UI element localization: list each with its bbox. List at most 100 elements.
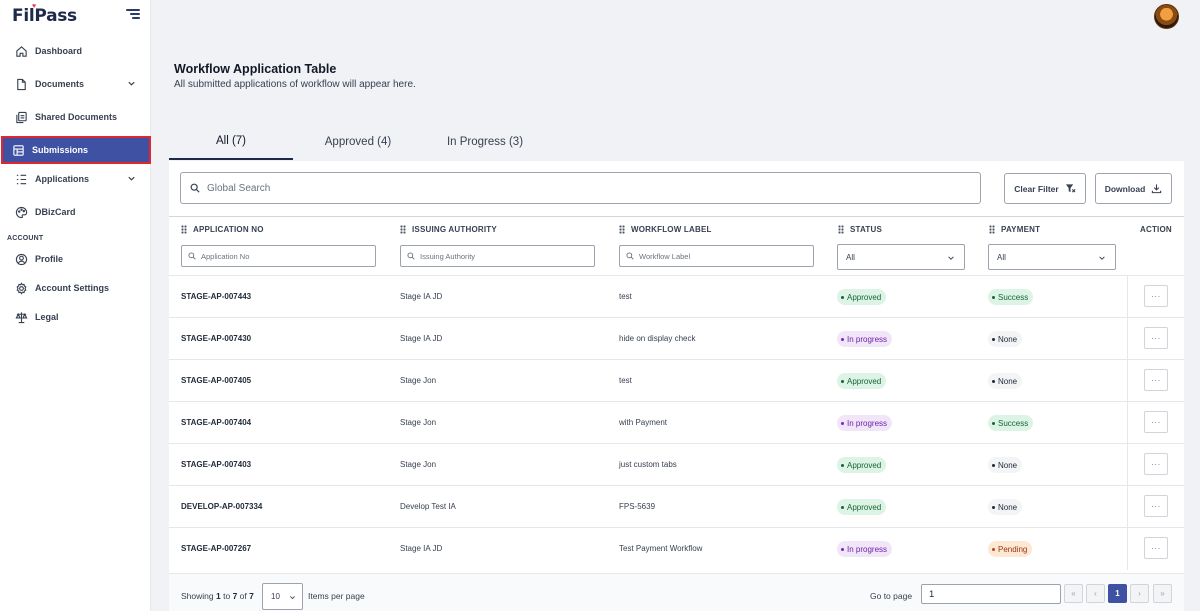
go-to-page-input[interactable] (921, 584, 1061, 604)
action-column-divider (1127, 486, 1128, 528)
table-row[interactable]: STAGE-AP-007404 Stage Jon with Payment In p… (169, 401, 1184, 444)
table-row[interactable]: DEVELOP-AP-007334 Develop Test IA FPS-5639… (169, 485, 1184, 528)
chevron-down-icon (948, 256, 954, 260)
page-title: Workflow Application Table (174, 62, 337, 76)
menu-collapse-icon[interactable] (126, 9, 140, 21)
application-no-filter (181, 245, 376, 267)
action-column-divider (1127, 444, 1128, 486)
chevron-down-icon[interactable] (127, 174, 136, 183)
drag-handle-icon[interactable] (838, 225, 844, 234)
drag-handle-icon[interactable] (400, 225, 406, 234)
application-no-filter-input[interactable] (201, 251, 351, 261)
table-row[interactable]: STAGE-AP-007267 Stage IA JD Test Payment W… (169, 527, 1184, 570)
status-badge: Approved (837, 289, 887, 305)
user-icon (15, 253, 28, 266)
table-row[interactable]: STAGE-AP-007403 Stage Jon just custom tabs… (169, 443, 1184, 486)
workflow-label-cell: with Payment (619, 418, 668, 427)
download-button[interactable]: Download (1095, 173, 1172, 204)
column-header-payment[interactable]: PAYMENT (989, 225, 1040, 234)
issuing-authority-cell: Stage Jon (400, 376, 437, 385)
workflow-label-cell: just custom tabs (619, 460, 677, 469)
search-icon (407, 252, 415, 260)
table-row[interactable]: STAGE-AP-007430 Stage IA JD hide on displa… (169, 317, 1184, 360)
brand-logo[interactable]: FilPass ♥ (12, 3, 77, 26)
next-page-button[interactable]: › (1130, 584, 1149, 603)
drag-handle-icon[interactable] (619, 225, 625, 234)
tab-all[interactable]: All (7) (169, 124, 293, 160)
more-actions-button[interactable]: ··· (1144, 453, 1168, 475)
application-no-cell: STAGE-AP-007430 (181, 334, 252, 343)
payment-badge: Pending (988, 541, 1033, 557)
column-header-issuing-authority[interactable]: ISSUING AUTHORITY (400, 225, 497, 234)
sidebar-item-applications[interactable]: Applications (4, 165, 148, 193)
status-badge: Approved (837, 373, 887, 389)
applications-panel: Clear Filter Download APPLICATION NO ISS… (169, 161, 1184, 611)
tab-approved[interactable]: Approved (4) (293, 124, 423, 160)
table-row[interactable]: STAGE-AP-007405 Stage Jon test Approved None… (169, 359, 1184, 402)
tab-in-progress[interactable]: In Progress (3) (423, 124, 547, 160)
sidebar-item-shared-documents[interactable]: Shared Documents (4, 103, 148, 131)
heart-icon: ♥ (32, 3, 37, 10)
drag-handle-icon[interactable] (989, 225, 995, 234)
application-no-cell: STAGE-AP-007405 (181, 376, 252, 385)
global-search-input[interactable] (207, 182, 967, 194)
action-column-divider (1127, 318, 1128, 360)
sidebar-item-documents[interactable]: Documents (4, 70, 148, 98)
items-per-page-select[interactable]: 10 (262, 583, 303, 610)
search-icon (190, 183, 200, 193)
more-actions-button[interactable]: ··· (1144, 537, 1168, 559)
issuing-authority-filter-input[interactable] (420, 251, 570, 261)
clear-filter-button[interactable]: Clear Filter (1004, 173, 1086, 204)
payment-badge: Success (988, 289, 1034, 305)
more-actions-button[interactable]: ··· (1144, 369, 1168, 391)
sidebar-item-label: Legal (35, 312, 59, 322)
sidebar-item-label: DBizCard (35, 207, 76, 217)
avatar[interactable] (1154, 4, 1179, 29)
more-actions-button[interactable]: ··· (1144, 327, 1168, 349)
payment-badge: Success (988, 415, 1034, 431)
more-actions-button[interactable]: ··· (1144, 411, 1168, 433)
sidebar-item-profile[interactable]: Profile (4, 245, 148, 273)
application-no-cell: DEVELOP-AP-007334 (181, 502, 263, 511)
list-icon (15, 173, 28, 186)
last-page-button[interactable]: » (1153, 584, 1172, 603)
sidebar-item-label: Shared Documents (35, 112, 118, 122)
issuing-authority-cell: Stage Jon (400, 418, 437, 427)
first-page-button[interactable]: « (1064, 584, 1083, 603)
page-1-button[interactable]: 1 (1108, 584, 1127, 603)
column-header-workflow-label[interactable]: WORKFLOW LABEL (619, 225, 712, 234)
drag-handle-icon[interactable] (181, 225, 187, 234)
chevron-down-icon[interactable] (127, 79, 136, 88)
items-per-page-label: Items per page (308, 591, 365, 601)
sidebar-item-submissions[interactable]: Submissions (1, 136, 151, 164)
go-to-page-label: Go to page (870, 591, 913, 601)
sidebar-item-label: Applications (35, 174, 90, 184)
workflow-label-filter-input[interactable] (639, 251, 789, 261)
document-icon (15, 78, 28, 91)
more-actions-button[interactable]: ··· (1144, 285, 1168, 307)
more-actions-button[interactable]: ··· (1144, 495, 1168, 517)
issuing-authority-filter (400, 245, 595, 267)
workflow-label-filter (619, 245, 814, 267)
sidebar-item-dbizcard[interactable]: DBizCard (4, 198, 148, 226)
submissions-icon (12, 144, 25, 157)
sidebar-item-label: Profile (35, 254, 64, 264)
sidebar-item-legal[interactable]: Legal (4, 303, 148, 331)
sidebar-item-account-settings[interactable]: Account Settings (4, 274, 148, 302)
table-header: APPLICATION NO ISSUING AUTHORITY WORKFLO… (169, 216, 1184, 275)
items-per-page-value: 10 (271, 592, 280, 601)
pagination-bar: Showing 1 to 7 of 7 10 Items per page Go… (169, 573, 1184, 611)
status-filter-select[interactable]: All (837, 244, 965, 270)
action-column-divider (1127, 528, 1128, 570)
payment-filter-select[interactable]: All (988, 244, 1116, 270)
column-header-application-no[interactable]: APPLICATION NO (181, 225, 264, 234)
global-search (180, 172, 981, 204)
column-header-status[interactable]: STATUS (838, 225, 882, 234)
table-row[interactable]: STAGE-AP-007443 Stage IA JD test Approved Su… (169, 275, 1184, 318)
sidebar-item-dashboard[interactable]: Dashboard (4, 37, 148, 65)
payment-badge: None (988, 499, 1023, 515)
chevron-down-icon (1099, 256, 1105, 260)
home-icon (15, 45, 28, 58)
prev-page-button[interactable]: ‹ (1086, 584, 1105, 603)
search-icon (188, 252, 196, 260)
